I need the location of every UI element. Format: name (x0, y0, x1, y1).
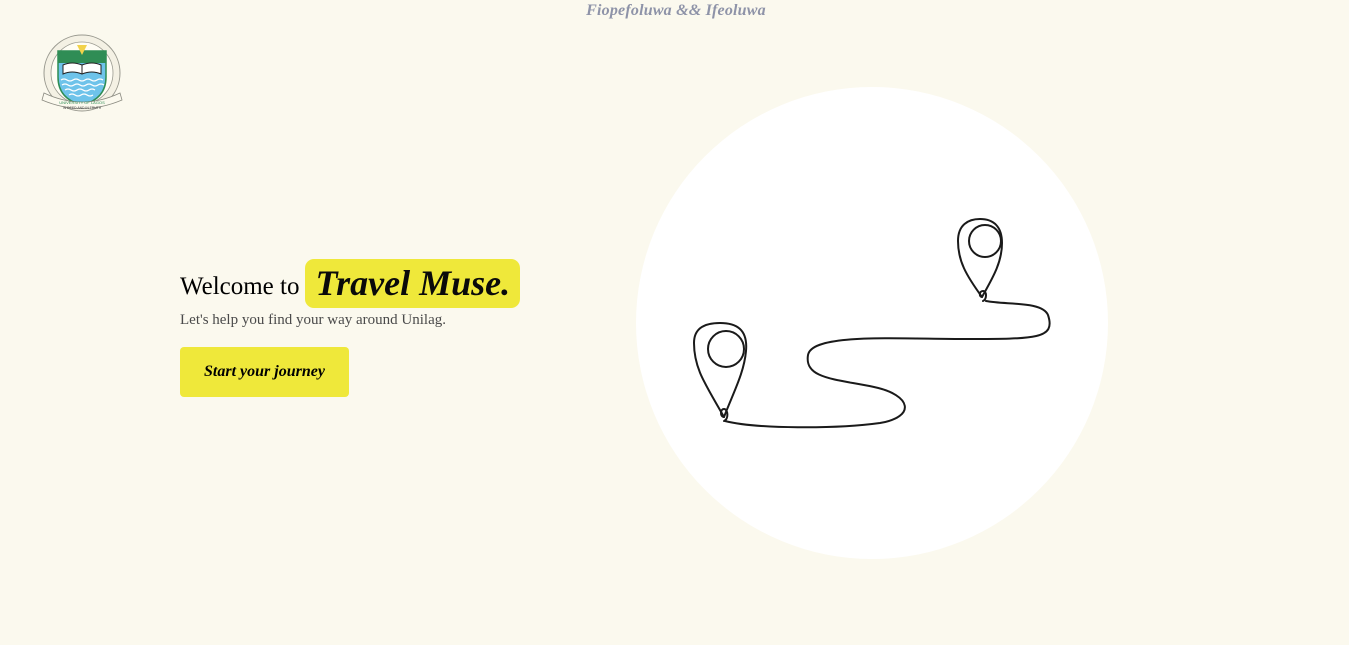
welcome-text: Welcome to (180, 272, 300, 300)
landing-page: Fiopefoluwa && Ifeoluwa UNIVERSITY OF LA… (0, 0, 1349, 645)
hero-headline: Welcome to Travel Muse. (180, 259, 521, 308)
credits-text: Fiopefoluwa && Ifeoluwa (586, 2, 766, 19)
brand-name-badge: Travel Muse. (305, 259, 521, 308)
hero-tagline: Let's help you find your way around Unil… (180, 312, 446, 328)
crest-motto-text: IN DEED AND IN TRUTH (63, 106, 102, 110)
university-crest-icon: UNIVERSITY OF LAGOS IN DEED AND IN TRUTH (41, 33, 123, 115)
crest-ring-text: UNIVERSITY OF LAGOS (59, 100, 105, 105)
hero-section: Welcome to Travel Muse. Let's help you f… (180, 259, 521, 397)
route-map-pins-icon (636, 87, 1108, 559)
start-journey-button[interactable]: Start your journey (180, 347, 349, 397)
